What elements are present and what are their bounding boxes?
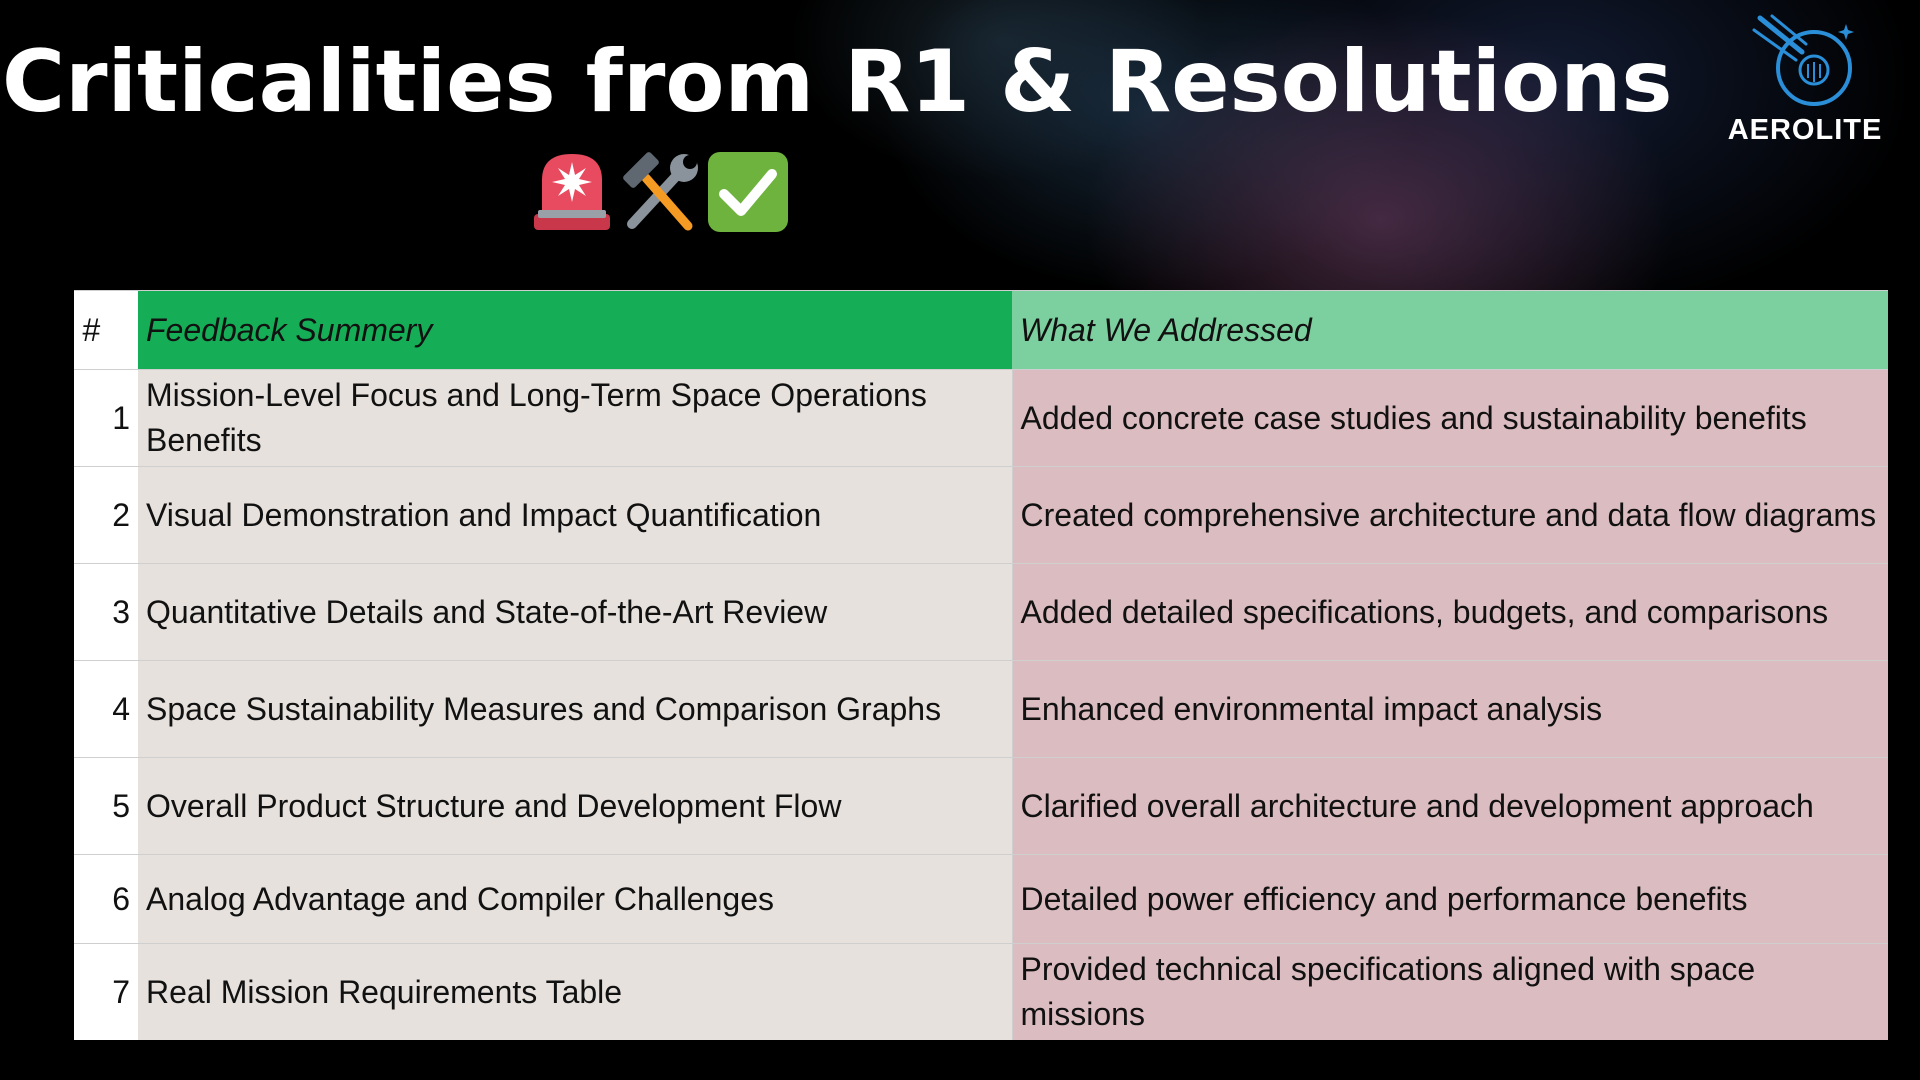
row-number: 6 (74, 854, 138, 944)
check-mark-button-icon (708, 152, 788, 232)
header-what-we-addressed: What We Addressed (1012, 290, 1888, 370)
criticalities-table: # Feedback Summery What We Addressed 1 M… (74, 290, 1888, 1040)
table-row: 3 Quantitative Details and State-of-the-… (74, 563, 1888, 661)
slide-title: Criticalities from R1 & Resolutions (2, 32, 1673, 132)
addressed-cell: Created comprehensive architecture and d… (1012, 466, 1888, 564)
addressed-cell: Added detailed specifications, budgets, … (1012, 563, 1888, 661)
feedback-cell: Mission-Level Focus and Long-Term Space … (138, 369, 1013, 467)
row-number: 3 (74, 563, 138, 661)
feedback-cell: Overall Product Structure and Developmen… (138, 757, 1013, 855)
addressed-cell: Enhanced environmental impact analysis (1012, 660, 1888, 758)
logo-text: AEROLITE (1727, 114, 1883, 146)
row-number: 1 (74, 369, 138, 467)
table-row: 1 Mission-Level Focus and Long-Term Spac… (74, 369, 1888, 467)
addressed-cell: Provided technical specifications aligne… (1012, 943, 1888, 1040)
slide: Criticalities from R1 & Resolutions AERO… (0, 0, 1920, 1080)
header-feedback-summary: Feedback Summery (138, 290, 1012, 370)
feedback-cell: Quantitative Details and State-of-the-Ar… (138, 563, 1013, 661)
table-header-row: # Feedback Summery What We Addressed (74, 290, 1888, 370)
row-number: 7 (74, 943, 138, 1040)
feedback-cell: Visual Demonstration and Impact Quantifi… (138, 466, 1013, 564)
feedback-cell: Real Mission Requirements Table (138, 943, 1013, 1040)
row-number: 2 (74, 466, 138, 564)
addressed-cell: Added concrete case studies and sustaina… (1012, 369, 1888, 467)
table-row: 4 Space Sustainability Measures and Comp… (74, 660, 1888, 758)
emoji-row (528, 148, 792, 238)
aerolite-logo: AEROLITE (1710, 12, 1900, 152)
table-row: 6 Analog Advantage and Compiler Challeng… (74, 854, 1888, 944)
table-row: 2 Visual Demonstration and Impact Quanti… (74, 466, 1888, 564)
addressed-cell: Clarified overall architecture and devel… (1012, 757, 1888, 855)
header-number: # (74, 290, 138, 370)
addressed-cell: Detailed power efficiency and performanc… (1012, 854, 1888, 944)
table-row: 7 Real Mission Requirements Table Provid… (74, 943, 1888, 1040)
row-number: 5 (74, 757, 138, 855)
table-row: 5 Overall Product Structure and Developm… (74, 757, 1888, 855)
feedback-cell: Space Sustainability Measures and Compar… (138, 660, 1013, 758)
feedback-cell: Analog Advantage and Compiler Challenges (138, 854, 1013, 944)
hammer-and-wrench-icon (623, 152, 698, 231)
rotating-light-icon (534, 154, 610, 230)
row-number: 4 (74, 660, 138, 758)
aerolite-meteor-logo-icon (1752, 14, 1854, 106)
